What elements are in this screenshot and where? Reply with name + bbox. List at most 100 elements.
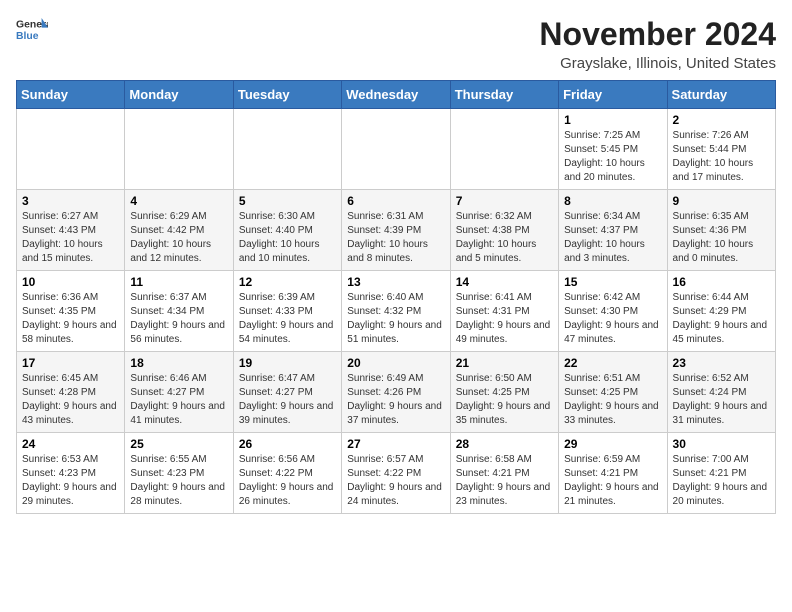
calendar-cell: 29Sunrise: 6:59 AM Sunset: 4:21 PM Dayli… bbox=[559, 433, 667, 514]
month-title: November 2024 bbox=[539, 16, 776, 53]
day-number: 7 bbox=[456, 194, 553, 208]
weekday-header-thursday: Thursday bbox=[450, 81, 558, 109]
calendar-cell: 24 Sunrise: 6:53 AM Sunset: 4:23 PM Dayli… bbox=[17, 433, 125, 514]
day-number: 2 bbox=[673, 113, 770, 127]
logo-icon: General Blue bbox=[16, 16, 48, 44]
calendar-cell bbox=[342, 109, 450, 190]
calendar-cell: 8Sunrise: 6:34 AM Sunset: 4:37 PM Daylig… bbox=[559, 190, 667, 271]
day-number: 1 bbox=[564, 113, 661, 127]
day-info: Sunrise: 6:44 AM Sunset: 4:29 PM Dayligh… bbox=[673, 291, 770, 347]
day-info: Sunrise: 6:58 AM Sunset: 4:21 PM Dayligh… bbox=[456, 453, 553, 509]
day-info: Sunrise: 6:45 AM Sunset: 4:28 PM Dayligh… bbox=[22, 372, 119, 428]
calendar-cell: 5 Sunrise: 6:30 AM Sunset: 4:40 PM Daylig… bbox=[233, 190, 341, 271]
day-info: Sunrise: 6:31 AM Sunset: 4:39 PM Dayligh… bbox=[347, 210, 444, 266]
day-number: 16 bbox=[673, 275, 770, 289]
day-info: Sunrise: 6:41 AM Sunset: 4:31 PM Dayligh… bbox=[456, 291, 553, 347]
day-info: Sunrise: 6:30 AM Sunset: 4:40 PM Dayligh… bbox=[239, 210, 336, 266]
day-number: 25 bbox=[130, 437, 227, 451]
title-section: November 2024 Grayslake, Illinois, Unite… bbox=[539, 16, 776, 72]
day-number: 21 bbox=[456, 356, 553, 370]
day-number: 19 bbox=[239, 356, 336, 370]
day-info: Sunrise: 6:52 AM Sunset: 4:24 PM Dayligh… bbox=[673, 372, 770, 428]
weekday-header-row: SundayMondayTuesdayWednesdayThursdayFrid… bbox=[17, 81, 776, 109]
day-info: Sunrise: 6:27 AM Sunset: 4:43 PM Dayligh… bbox=[22, 210, 119, 266]
calendar-week-row: 17 Sunrise: 6:45 AM Sunset: 4:28 PM Dayli… bbox=[17, 352, 776, 433]
day-number: 3 bbox=[22, 194, 119, 208]
day-number: 17 bbox=[22, 356, 119, 370]
day-info: Sunrise: 6:39 AM Sunset: 4:33 PM Dayligh… bbox=[239, 291, 336, 347]
day-number: 6 bbox=[347, 194, 444, 208]
calendar-cell bbox=[233, 109, 341, 190]
day-number: 28 bbox=[456, 437, 553, 451]
day-info: Sunrise: 6:37 AM Sunset: 4:34 PM Dayligh… bbox=[130, 291, 227, 347]
day-info: Sunrise: 6:50 AM Sunset: 4:25 PM Dayligh… bbox=[456, 372, 553, 428]
weekday-header-sunday: Sunday bbox=[17, 81, 125, 109]
calendar-cell: 17 Sunrise: 6:45 AM Sunset: 4:28 PM Dayli… bbox=[17, 352, 125, 433]
day-info: Sunrise: 6:51 AM Sunset: 4:25 PM Dayligh… bbox=[564, 372, 661, 428]
day-number: 4 bbox=[130, 194, 227, 208]
calendar-cell: 18 Sunrise: 6:46 AM Sunset: 4:27 PM Dayli… bbox=[125, 352, 233, 433]
calendar-cell: 6 Sunrise: 6:31 AM Sunset: 4:39 PM Daylig… bbox=[342, 190, 450, 271]
day-number: 23 bbox=[673, 356, 770, 370]
calendar-cell: 26Sunrise: 6:56 AM Sunset: 4:22 PM Dayli… bbox=[233, 433, 341, 514]
day-info: Sunrise: 6:35 AM Sunset: 4:36 PM Dayligh… bbox=[673, 210, 770, 266]
day-info: Sunrise: 7:26 AM Sunset: 5:44 PM Dayligh… bbox=[673, 129, 770, 185]
calendar-cell: 23 Sunrise: 6:52 AM Sunset: 4:24 PM Dayli… bbox=[667, 352, 775, 433]
calendar-cell: 21 Sunrise: 6:50 AM Sunset: 4:25 PM Dayli… bbox=[450, 352, 558, 433]
calendar-week-row: 10Sunrise: 6:36 AM Sunset: 4:35 PM Dayli… bbox=[17, 271, 776, 352]
day-info: Sunrise: 6:49 AM Sunset: 4:26 PM Dayligh… bbox=[347, 372, 444, 428]
day-number: 30 bbox=[673, 437, 770, 451]
calendar-cell: 22 Sunrise: 6:51 AM Sunset: 4:25 PM Dayli… bbox=[559, 352, 667, 433]
calendar-cell: 16 Sunrise: 6:44 AM Sunset: 4:29 PM Dayli… bbox=[667, 271, 775, 352]
day-info: Sunrise: 7:25 AM Sunset: 5:45 PM Dayligh… bbox=[564, 129, 661, 185]
calendar-cell: 1 Sunrise: 7:25 AM Sunset: 5:45 PM Daylig… bbox=[559, 109, 667, 190]
calendar-week-row: 1 Sunrise: 7:25 AM Sunset: 5:45 PM Daylig… bbox=[17, 109, 776, 190]
calendar-cell: 11 Sunrise: 6:37 AM Sunset: 4:34 PM Dayli… bbox=[125, 271, 233, 352]
day-info: Sunrise: 6:42 AM Sunset: 4:30 PM Dayligh… bbox=[564, 291, 661, 347]
calendar-cell: 12Sunrise: 6:39 AM Sunset: 4:33 PM Dayli… bbox=[233, 271, 341, 352]
calendar-cell: 3 Sunrise: 6:27 AM Sunset: 4:43 PM Daylig… bbox=[17, 190, 125, 271]
calendar-cell: 4Sunrise: 6:29 AM Sunset: 4:42 PM Daylig… bbox=[125, 190, 233, 271]
day-number: 13 bbox=[347, 275, 444, 289]
logo: General Blue bbox=[16, 16, 48, 44]
calendar-cell: 15Sunrise: 6:42 AM Sunset: 4:30 PM Dayli… bbox=[559, 271, 667, 352]
calendar-week-row: 3 Sunrise: 6:27 AM Sunset: 4:43 PM Daylig… bbox=[17, 190, 776, 271]
calendar-cell: 28 Sunrise: 6:58 AM Sunset: 4:21 PM Dayli… bbox=[450, 433, 558, 514]
page-header: General Blue November 2024 Grayslake, Il… bbox=[16, 16, 776, 72]
calendar-cell: 14 Sunrise: 6:41 AM Sunset: 4:31 PM Dayli… bbox=[450, 271, 558, 352]
calendar-cell: 2 Sunrise: 7:26 AM Sunset: 5:44 PM Daylig… bbox=[667, 109, 775, 190]
calendar-cell: 9 Sunrise: 6:35 AM Sunset: 4:36 PM Daylig… bbox=[667, 190, 775, 271]
day-info: Sunrise: 6:40 AM Sunset: 4:32 PM Dayligh… bbox=[347, 291, 444, 347]
day-number: 10 bbox=[22, 275, 119, 289]
day-info: Sunrise: 6:57 AM Sunset: 4:22 PM Dayligh… bbox=[347, 453, 444, 509]
calendar-cell: 7 Sunrise: 6:32 AM Sunset: 4:38 PM Daylig… bbox=[450, 190, 558, 271]
calendar-table: SundayMondayTuesdayWednesdayThursdayFrid… bbox=[16, 80, 776, 514]
day-info: Sunrise: 6:47 AM Sunset: 4:27 PM Dayligh… bbox=[239, 372, 336, 428]
calendar-cell bbox=[17, 109, 125, 190]
day-number: 9 bbox=[673, 194, 770, 208]
day-number: 14 bbox=[456, 275, 553, 289]
weekday-header-wednesday: Wednesday bbox=[342, 81, 450, 109]
calendar-cell: 27 Sunrise: 6:57 AM Sunset: 4:22 PM Dayli… bbox=[342, 433, 450, 514]
day-info: Sunrise: 6:55 AM Sunset: 4:23 PM Dayligh… bbox=[130, 453, 227, 509]
day-info: Sunrise: 6:46 AM Sunset: 4:27 PM Dayligh… bbox=[130, 372, 227, 428]
day-number: 27 bbox=[347, 437, 444, 451]
calendar-week-row: 24 Sunrise: 6:53 AM Sunset: 4:23 PM Dayli… bbox=[17, 433, 776, 514]
day-info: Sunrise: 7:00 AM Sunset: 4:21 PM Dayligh… bbox=[673, 453, 770, 509]
day-number: 20 bbox=[347, 356, 444, 370]
calendar-cell: 20 Sunrise: 6:49 AM Sunset: 4:26 PM Dayli… bbox=[342, 352, 450, 433]
calendar-cell: 19 Sunrise: 6:47 AM Sunset: 4:27 PM Dayli… bbox=[233, 352, 341, 433]
day-info: Sunrise: 6:32 AM Sunset: 4:38 PM Dayligh… bbox=[456, 210, 553, 266]
weekday-header-saturday: Saturday bbox=[667, 81, 775, 109]
day-info: Sunrise: 6:53 AM Sunset: 4:23 PM Dayligh… bbox=[22, 453, 119, 509]
svg-text:Blue: Blue bbox=[16, 31, 39, 42]
day-number: 18 bbox=[130, 356, 227, 370]
calendar-body: 1 Sunrise: 7:25 AM Sunset: 5:45 PM Daylig… bbox=[17, 109, 776, 514]
day-number: 11 bbox=[130, 275, 227, 289]
day-number: 26 bbox=[239, 437, 336, 451]
day-number: 5 bbox=[239, 194, 336, 208]
day-number: 24 bbox=[22, 437, 119, 451]
day-number: 8 bbox=[564, 194, 661, 208]
day-number: 22 bbox=[564, 356, 661, 370]
weekday-header-tuesday: Tuesday bbox=[233, 81, 341, 109]
